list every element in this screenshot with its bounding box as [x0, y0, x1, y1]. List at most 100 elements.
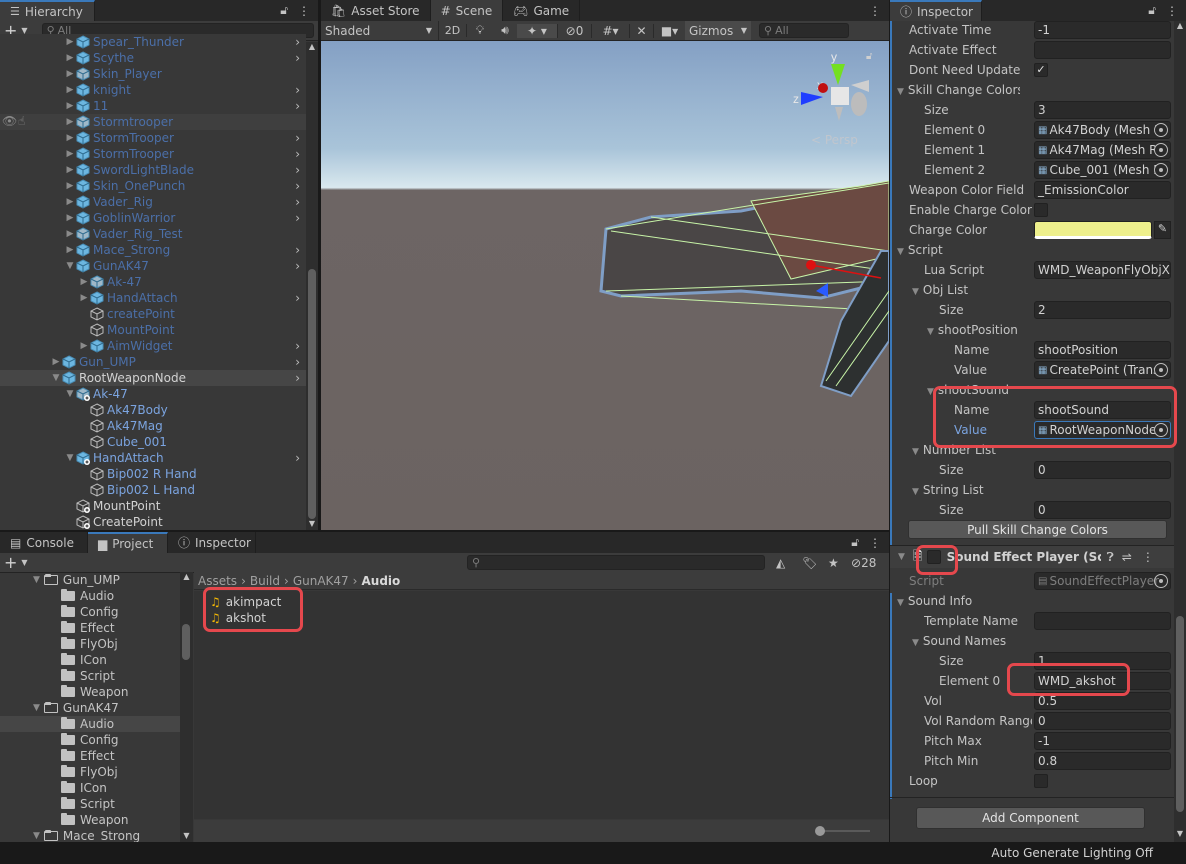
project-folder-item[interactable]: ▼ Gun_UMP — [0, 572, 180, 588]
open-prefab-chevron-icon[interactable]: › — [295, 195, 300, 209]
hierarchy-item[interactable]: ▶ Ak-47 — [0, 274, 306, 290]
gizmos-dropdown[interactable]: Gizmos ▼ — [685, 21, 751, 40]
project-folder-item[interactable]: Effect — [0, 620, 180, 636]
text-field[interactable] — [1034, 612, 1171, 630]
hierarchy-item[interactable]: ▶ StormTrooper › — [0, 130, 306, 146]
add-component-button[interactable]: Add Component — [916, 807, 1145, 829]
hierarchy-scrollbar[interactable]: ▲ ▼ — [306, 42, 318, 530]
text-field[interactable]: WMD_akshot — [1034, 672, 1171, 690]
text-field[interactable]: 2 — [1034, 301, 1171, 319]
foldout-label[interactable]: ▼ Sound Info — [897, 594, 972, 608]
lock-icon[interactable]: 🔓︎ — [851, 535, 859, 550]
hierarchy-item[interactable]: ▼ HandAttach › — [0, 450, 306, 466]
foldout-label[interactable]: ▼ Sound Names — [912, 634, 1006, 648]
hierarchy-item[interactable]: ▼ GunAK47 › — [0, 258, 306, 274]
chevron-down-icon[interactable]: ▼ — [21, 558, 27, 567]
audio-toggle-icon[interactable]: 🔊︎ — [493, 23, 517, 38]
expand-arrow-right-icon[interactable]: ▶ — [78, 277, 90, 287]
expand-arrow-right-icon[interactable]: ▶ — [64, 245, 76, 255]
scene-search-input[interactable]: ⚲ All — [759, 23, 849, 38]
hierarchy-item[interactable]: MountPoint — [0, 322, 306, 338]
expand-arrow-right-icon[interactable]: ▶ — [64, 101, 76, 111]
text-field[interactable]: 0.8 — [1034, 752, 1171, 770]
expand-arrow-right-icon[interactable]: ▶ — [78, 293, 90, 303]
breadcrumb-item[interactable]: Audio — [361, 574, 400, 588]
open-prefab-chevron-icon[interactable]: › — [295, 163, 300, 177]
draw-mode-dropdown[interactable]: Shaded ▼ — [321, 21, 439, 40]
checkbox[interactable] — [1034, 203, 1048, 217]
tab-console[interactable]: ▤ Console — [0, 532, 88, 553]
expand-arrow-right-icon[interactable]: ▶ — [64, 181, 76, 191]
object-field[interactable]: ▦ Ak47Mag (Mesh R — [1034, 141, 1171, 159]
expand-arrow-down-icon[interactable]: ▼ — [64, 453, 76, 463]
open-prefab-chevron-icon[interactable]: › — [295, 339, 300, 353]
expand-arrow-right-icon[interactable]: ▶ — [64, 149, 76, 159]
object-field[interactable]: ▦ Ak47Body (Mesh R — [1034, 121, 1171, 139]
more-menu-icon[interactable]: ⋮ — [869, 4, 881, 18]
expand-arrow-down-icon[interactable]: ▼ — [33, 831, 40, 841]
pick-hand-icon[interactable]: ☝︎ — [18, 114, 25, 128]
tab-asset-store[interactable]: 🛍︎ Asset Store — [321, 0, 431, 21]
effects-toggle-icon[interactable]: ✦ ▾ — [517, 23, 557, 38]
presets-icon[interactable]: ⇌ — [1122, 550, 1132, 564]
toggle-2d-button[interactable]: 2D — [439, 24, 467, 37]
hierarchy-item[interactable]: ▼ RootWeaponNode › — [0, 370, 306, 386]
hierarchy-item[interactable]: Ak47Mag — [0, 418, 306, 434]
text-field[interactable]: 0 — [1034, 501, 1171, 519]
expand-arrow-down-icon[interactable]: ▼ — [64, 389, 76, 399]
hierarchy-item[interactable]: ▶ Vader_Rig_Test — [0, 226, 306, 242]
foldout-label[interactable]: ▼ shootPosition — [927, 323, 1018, 337]
hierarchy-item[interactable]: ▶ Spear_Thunder › — [0, 34, 306, 50]
component-menu-icon[interactable]: ⋮ — [1142, 550, 1154, 564]
foldout-label[interactable]: ▼ Skill Change Colors — [897, 83, 1020, 97]
scroll-down-icon[interactable]: ▼ — [1174, 829, 1186, 838]
hierarchy-item[interactable]: MountPoint — [0, 498, 306, 514]
project-folder-item[interactable]: FlyObj — [0, 636, 180, 652]
hierarchy-item[interactable]: ▶ StormTrooper › — [0, 146, 306, 162]
project-folder-item[interactable]: Config — [0, 732, 180, 748]
eyedropper-icon[interactable]: ✎ — [1154, 221, 1171, 239]
hierarchy-item[interactable]: Bip002 R Hand — [0, 466, 306, 482]
filter-type-icon[interactable]: ◭ — [776, 556, 785, 570]
expand-arrow-right-icon[interactable]: ▶ — [64, 117, 76, 127]
project-folder-item[interactable]: Weapon — [0, 812, 180, 828]
expand-arrow-right-icon[interactable]: ▶ — [64, 37, 76, 47]
scroll-down-icon[interactable]: ▼ — [306, 519, 318, 528]
hierarchy-item[interactable]: ▶ GoblinWarrior › — [0, 210, 306, 226]
tab-project[interactable]: ▆ Project — [88, 532, 168, 553]
hierarchy-item[interactable]: ▶ Stormtrooper — [0, 114, 306, 130]
hierarchy-item[interactable]: ▶ Skin_Player — [0, 66, 306, 82]
hierarchy-item[interactable]: ▶ Gun_UMP › — [0, 354, 306, 370]
project-file-item[interactable]: ♫ akshot — [210, 610, 266, 626]
open-prefab-chevron-icon[interactable]: › — [295, 35, 300, 49]
project-folder-item[interactable]: Script — [0, 796, 180, 812]
object-picker-icon[interactable] — [1154, 163, 1168, 177]
lighting-toggle-icon[interactable]: 💡︎ — [467, 23, 493, 38]
more-menu-icon[interactable]: ⋮ — [1166, 4, 1178, 18]
project-folder-item[interactable]: Script — [0, 668, 180, 684]
project-search-input[interactable]: ⚲ — [467, 555, 765, 570]
project-folder-item[interactable]: ▼ Mace_Strong — [0, 828, 180, 842]
open-prefab-chevron-icon[interactable]: › — [295, 291, 300, 305]
open-prefab-chevron-icon[interactable]: › — [295, 371, 300, 385]
hierarchy-item[interactable]: ▶ AimWidget › — [0, 338, 306, 354]
icon-size-slider[interactable] — [815, 826, 870, 836]
project-folder-item[interactable]: ICon — [0, 780, 180, 796]
object-picker-icon[interactable] — [1154, 423, 1168, 437]
project-folder-item[interactable]: Config — [0, 604, 180, 620]
filter-label-icon[interactable]: 🏷︎ — [802, 556, 817, 570]
foldout-label[interactable]: ▼ shootSound — [927, 383, 1009, 397]
tab-hierarchy[interactable]: ☰ Hierarchy — [0, 0, 95, 21]
expand-arrow-right-icon[interactable]: ▶ — [50, 357, 62, 367]
object-field[interactable]: ▦ CreatePoint (Trans — [1034, 361, 1171, 379]
scroll-up-icon[interactable]: ▲ — [180, 572, 193, 581]
open-prefab-chevron-icon[interactable]: › — [295, 51, 300, 65]
checkbox[interactable] — [1034, 774, 1048, 788]
scene-viewport[interactable]: y x z 🔓︎ < Persp — [321, 41, 889, 530]
expand-arrow-right-icon[interactable]: ▶ — [64, 53, 76, 63]
object-picker-icon[interactable] — [1154, 123, 1168, 137]
scroll-up-icon[interactable]: ▲ — [306, 42, 318, 51]
object-field[interactable]: ▦ RootWeaponNode — [1034, 421, 1171, 439]
expand-arrow-down-icon[interactable]: ▼ — [33, 703, 40, 713]
foldout-arrow-icon[interactable]: ▼ — [912, 447, 919, 457]
